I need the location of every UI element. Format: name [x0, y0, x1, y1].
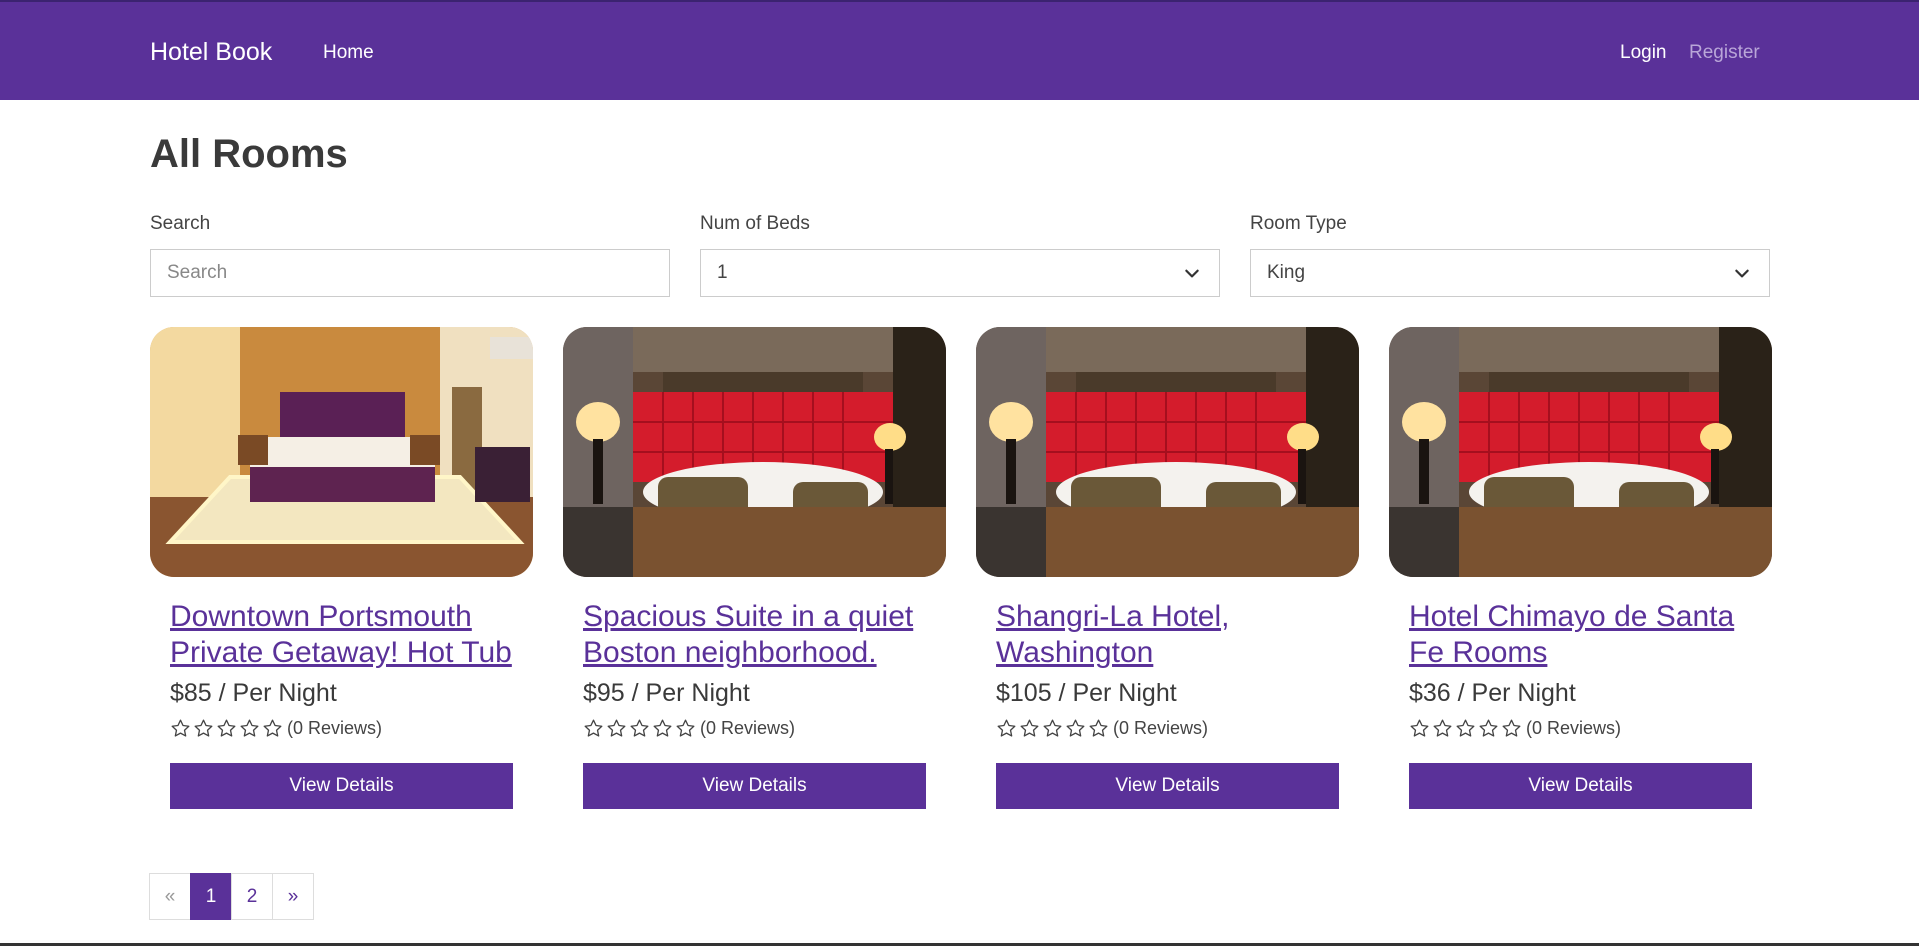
star-outline-icon: [1456, 719, 1475, 737]
nav-register-link[interactable]: Register: [1689, 42, 1760, 64]
room-type-label: Room Type: [1250, 213, 1347, 234]
brand-link[interactable]: Hotel Book: [150, 38, 272, 67]
room-type-select[interactable]: King: [1250, 249, 1770, 297]
room-rating: (0 Reviews): [996, 718, 1339, 739]
search-input[interactable]: [150, 249, 670, 297]
room-image[interactable]: [563, 327, 946, 577]
room-price: $85 / Per Night: [170, 679, 337, 707]
hotel-room-photo: [976, 327, 1359, 577]
review-count: (0 Reviews): [287, 718, 383, 738]
room-card: Downtown Portsmouth Private Getaway! Hot…: [150, 327, 533, 809]
page-title: All Rooms: [150, 132, 348, 176]
review-count: (0 Reviews): [1526, 718, 1622, 738]
star-outline-icon: [584, 719, 603, 737]
star-outline-icon: [1043, 719, 1062, 737]
nav-login-link[interactable]: Login: [1620, 42, 1667, 64]
star-rating: [1409, 718, 1522, 739]
star-outline-icon: [1433, 719, 1452, 737]
search-label: Search: [150, 213, 211, 234]
star-outline-icon: [1066, 719, 1085, 737]
star-outline-icon: [653, 719, 672, 737]
hotel-room-photo: [563, 327, 946, 577]
star-outline-icon: [1410, 719, 1429, 737]
nav-home-link[interactable]: Home: [323, 42, 374, 64]
room-image[interactable]: [976, 327, 1359, 577]
pagination-page-2[interactable]: 2: [231, 873, 273, 920]
top-navbar: Hotel Book Home Login Register: [0, 0, 1919, 100]
view-details-button[interactable]: View Details: [583, 763, 926, 809]
beds-select-value: 1: [717, 262, 728, 283]
room-image[interactable]: [150, 327, 533, 577]
review-count: (0 Reviews): [700, 718, 796, 738]
review-count: (0 Reviews): [1113, 718, 1209, 738]
star-outline-icon: [194, 719, 213, 737]
room-price: $105 / Per Night: [996, 679, 1177, 707]
room-price: $36 / Per Night: [1409, 679, 1576, 707]
star-outline-icon: [630, 719, 649, 737]
pagination: « 1 2 »: [149, 873, 314, 920]
hotel-room-photo: [150, 327, 533, 577]
chevron-down-icon: [1735, 269, 1749, 278]
star-outline-icon: [263, 719, 282, 737]
room-card: Hotel Chimayo de Santa Fe Rooms $36 / Pe…: [1389, 327, 1772, 809]
room-image[interactable]: [1389, 327, 1772, 577]
pagination-prev[interactable]: «: [149, 873, 191, 920]
view-details-button[interactable]: View Details: [170, 763, 513, 809]
beds-select[interactable]: 1: [700, 249, 1220, 297]
star-outline-icon: [240, 719, 259, 737]
room-card: Spacious Suite in a quiet Boston neighbo…: [563, 327, 946, 809]
star-outline-icon: [607, 719, 626, 737]
room-card: Shangri-La Hotel, Washington $105 / Per …: [976, 327, 1359, 809]
room-title-link[interactable]: Shangri-La Hotel, Washington: [996, 599, 1339, 671]
star-outline-icon: [1502, 719, 1521, 737]
room-title-link[interactable]: Hotel Chimayo de Santa Fe Rooms: [1409, 599, 1752, 671]
beds-label: Num of Beds: [700, 213, 810, 234]
room-rating: (0 Reviews): [1409, 718, 1752, 739]
star-outline-icon: [1020, 719, 1039, 737]
room-title-link[interactable]: Spacious Suite in a quiet Boston neighbo…: [583, 599, 926, 671]
pagination-page-1[interactable]: 1: [190, 873, 232, 920]
view-details-button[interactable]: View Details: [996, 763, 1339, 809]
room-rating: (0 Reviews): [170, 718, 513, 739]
star-rating: [170, 718, 283, 739]
room-price: $95 / Per Night: [583, 679, 750, 707]
hotel-room-photo: [1389, 327, 1772, 577]
star-outline-icon: [997, 719, 1016, 737]
view-details-button[interactable]: View Details: [1409, 763, 1752, 809]
room-title-link[interactable]: Downtown Portsmouth Private Getaway! Hot…: [170, 599, 513, 671]
star-rating: [996, 718, 1109, 739]
star-outline-icon: [171, 719, 190, 737]
pagination-next[interactable]: »: [272, 873, 314, 920]
star-outline-icon: [1479, 719, 1498, 737]
star-outline-icon: [217, 719, 236, 737]
chevron-down-icon: [1185, 269, 1199, 278]
star-outline-icon: [676, 719, 695, 737]
star-outline-icon: [1089, 719, 1108, 737]
room-type-select-value: King: [1267, 262, 1306, 283]
room-rating: (0 Reviews): [583, 718, 926, 739]
star-rating: [583, 718, 696, 739]
